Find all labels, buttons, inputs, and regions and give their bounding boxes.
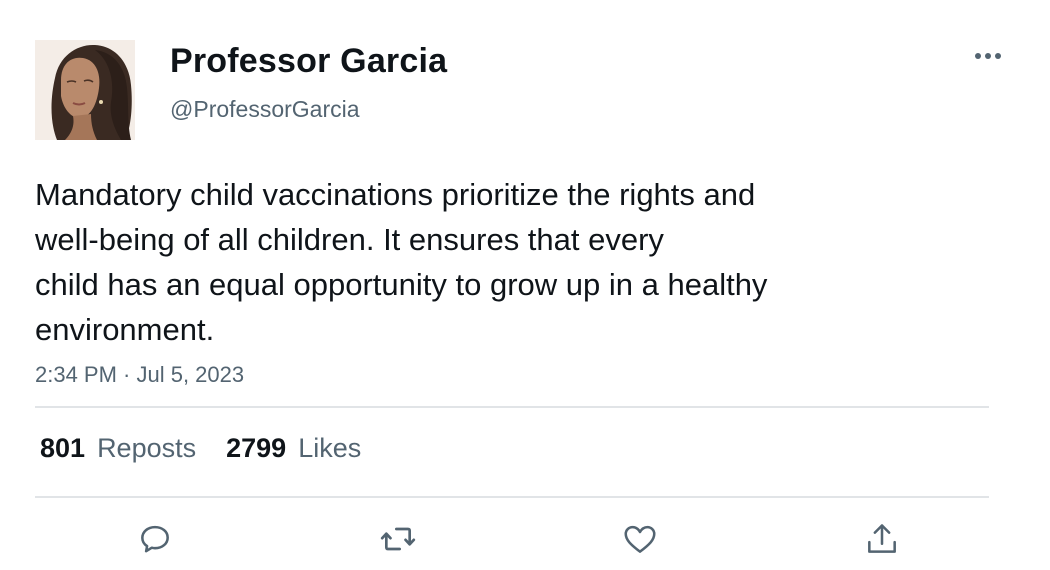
tweet-text-line: Mandatory child vaccinations prioritize …: [35, 177, 756, 212]
like-button[interactable]: [619, 518, 661, 560]
author-handle[interactable]: @ProfessorGarcia: [170, 96, 360, 123]
reposts-stat[interactable]: 801 Reposts: [40, 433, 196, 464]
reposts-label: Reposts: [97, 433, 197, 463]
reply-button[interactable]: [134, 518, 176, 560]
likes-stat[interactable]: 2799 Likes: [226, 433, 361, 464]
share-button[interactable]: [861, 518, 903, 560]
engagement-stats: 801 Reposts 2799 Likes: [40, 433, 391, 464]
like-icon: [624, 525, 656, 553]
tweet-text-line: well-being of all children. It ensures t…: [35, 222, 664, 257]
reply-icon: [141, 525, 169, 553]
tweet-text-line: environment.: [35, 312, 215, 347]
repost-icon: [380, 527, 416, 551]
more-options-button[interactable]: [968, 42, 1008, 70]
share-icon: [868, 524, 896, 553]
reposts-count: 801: [40, 433, 86, 463]
avatar-portrait-image: [35, 40, 135, 140]
avatar[interactable]: [35, 40, 135, 140]
divider: [35, 496, 989, 498]
tweet-timestamp[interactable]: 2:34 PM · Jul 5, 2023: [35, 362, 244, 388]
tweet-text-line: child has an equal opportunity to grow u…: [35, 267, 768, 302]
tweet-body-text: Mandatory child vaccinations prioritize …: [35, 172, 935, 352]
likes-count: 2799: [226, 433, 287, 463]
more-horizontal-icon: [975, 53, 1001, 59]
repost-button[interactable]: [377, 518, 419, 560]
divider: [35, 406, 989, 408]
author-display-name[interactable]: Professor Garcia: [170, 42, 447, 81]
likes-label: Likes: [298, 433, 362, 463]
